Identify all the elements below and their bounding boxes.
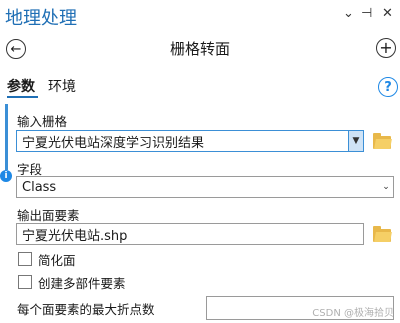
chevron-down-icon[interactable]: ⌄	[379, 177, 393, 197]
input-raster-value: 宁夏光伏电站深度学习识别结果	[22, 135, 205, 151]
tab-parameters[interactable]: 参数	[7, 76, 35, 96]
tab-environments[interactable]: 环境	[48, 76, 76, 96]
close-icon[interactable]: ✕	[382, 6, 393, 21]
field-value: Class	[22, 179, 57, 195]
watermark: CSDN @极海拾贝	[312, 308, 394, 319]
output-polygon-label: 输出面要素	[17, 208, 80, 223]
active-tab-underline	[7, 96, 38, 98]
plus-icon: +	[379, 38, 393, 57]
add-button[interactable]: +	[376, 38, 396, 58]
panel-title: 地理处理	[5, 8, 77, 29]
input-raster-dropdown[interactable]: 宁夏光伏电站深度学习识别结果 ▼	[16, 130, 364, 152]
output-polygon-input[interactable]: 宁夏光伏电站.shp	[16, 223, 364, 245]
output-polygon-value: 宁夏光伏电站.shp	[22, 228, 128, 244]
input-raster-label: 输入栅格	[17, 114, 68, 129]
field-dropdown[interactable]: Class ⌄	[16, 176, 394, 198]
chevron-down-icon[interactable]: ▼	[348, 131, 363, 151]
info-glyph: i	[4, 171, 8, 181]
simplify-checkbox[interactable]	[18, 252, 32, 266]
tool-title: 栅格转面	[169, 40, 230, 58]
simplify-label: 简化面	[38, 253, 76, 268]
multipart-checkbox[interactable]	[18, 275, 32, 289]
folder-icon[interactable]	[373, 226, 391, 242]
info-icon[interactable]: i	[0, 170, 12, 182]
required-indicator	[5, 104, 8, 170]
help-glyph: ?	[384, 79, 392, 95]
multipart-label: 创建多部件要素	[38, 276, 126, 291]
max-vertices-label: 每个面要素的最大折点数	[17, 302, 155, 317]
help-icon[interactable]: ?	[378, 77, 398, 97]
folder-icon[interactable]	[373, 133, 391, 149]
options-menu-icon[interactable]: ⌄	[343, 6, 354, 21]
pin-icon[interactable]: ⊣	[361, 6, 372, 21]
